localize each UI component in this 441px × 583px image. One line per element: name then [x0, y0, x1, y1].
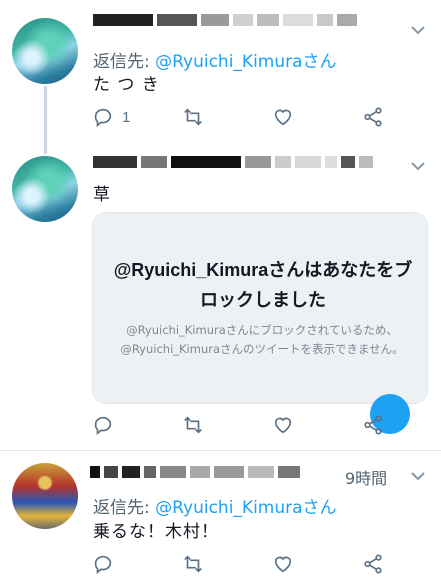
reply-to: 返信先: @Ryuichi_Kimuraさん	[93, 52, 337, 72]
like-icon	[274, 109, 292, 126]
reply-to: 返信先: @Ryuichi_Kimuraさん	[93, 498, 337, 518]
tweet-text: 草	[93, 185, 111, 205]
avatar[interactable]	[12, 18, 78, 84]
avatar[interactable]	[12, 463, 78, 529]
reply-icon	[94, 416, 112, 435]
share-icon	[364, 554, 382, 574]
chevron-down-icon[interactable]	[410, 160, 426, 172]
like-icon	[274, 556, 292, 573]
chevron-down-icon[interactable]	[410, 470, 426, 482]
blocked-notice-card: @Ryuichi_Kimuraさんはあなたをブロックしました @Ryuichi_…	[92, 212, 428, 404]
redacted-name	[93, 156, 377, 168]
share-icon	[364, 107, 382, 127]
tweet-timestamp[interactable]: 9時間	[345, 465, 387, 489]
blocked-notice-title: @Ryuichi_Kimuraさんはあなたをブロックしました	[113, 260, 413, 310]
chevron-down-icon[interactable]	[410, 24, 426, 36]
retweet-button[interactable]	[182, 106, 204, 128]
reply-handle-link[interactable]: @Ryuichi_Kimuraさん	[155, 498, 336, 518]
share-button[interactable]	[362, 553, 384, 575]
reply-button[interactable]	[92, 414, 114, 436]
tweet-text: 乗るな！木村！	[93, 522, 219, 542]
tweet-text: た つ き	[93, 75, 160, 95]
thread-connector	[44, 86, 47, 154]
like-icon	[274, 417, 292, 434]
retweet-icon	[184, 416, 202, 434]
share-button[interactable]	[362, 414, 384, 436]
reply-handle-link[interactable]: @Ryuichi_Kimuraさん	[155, 52, 336, 72]
retweet-button[interactable]	[182, 553, 204, 575]
retweet-button[interactable]	[182, 414, 204, 436]
redacted-name	[93, 14, 361, 26]
avatar[interactable]	[12, 156, 78, 222]
reply-button[interactable]	[92, 553, 114, 575]
retweet-icon	[184, 108, 202, 126]
tweet-actions	[88, 553, 418, 575]
tweet-actions	[88, 414, 418, 436]
share-icon	[364, 415, 382, 435]
redacted-name	[90, 466, 304, 478]
reply-icon	[94, 555, 112, 574]
reply-count: 1	[122, 108, 131, 126]
like-button[interactable]	[272, 414, 294, 436]
tweet-actions: 1	[88, 106, 418, 128]
reply-icon	[94, 108, 112, 127]
retweet-icon	[184, 555, 202, 573]
reply-button[interactable]: 1	[92, 106, 130, 128]
blocked-notice-description: @Ryuichi_Kimuraさんにブロックされているため、@Ryuichi_K…	[120, 323, 404, 356]
divider	[0, 450, 441, 451]
like-button[interactable]	[272, 106, 294, 128]
like-button[interactable]	[272, 553, 294, 575]
share-button[interactable]	[362, 106, 384, 128]
